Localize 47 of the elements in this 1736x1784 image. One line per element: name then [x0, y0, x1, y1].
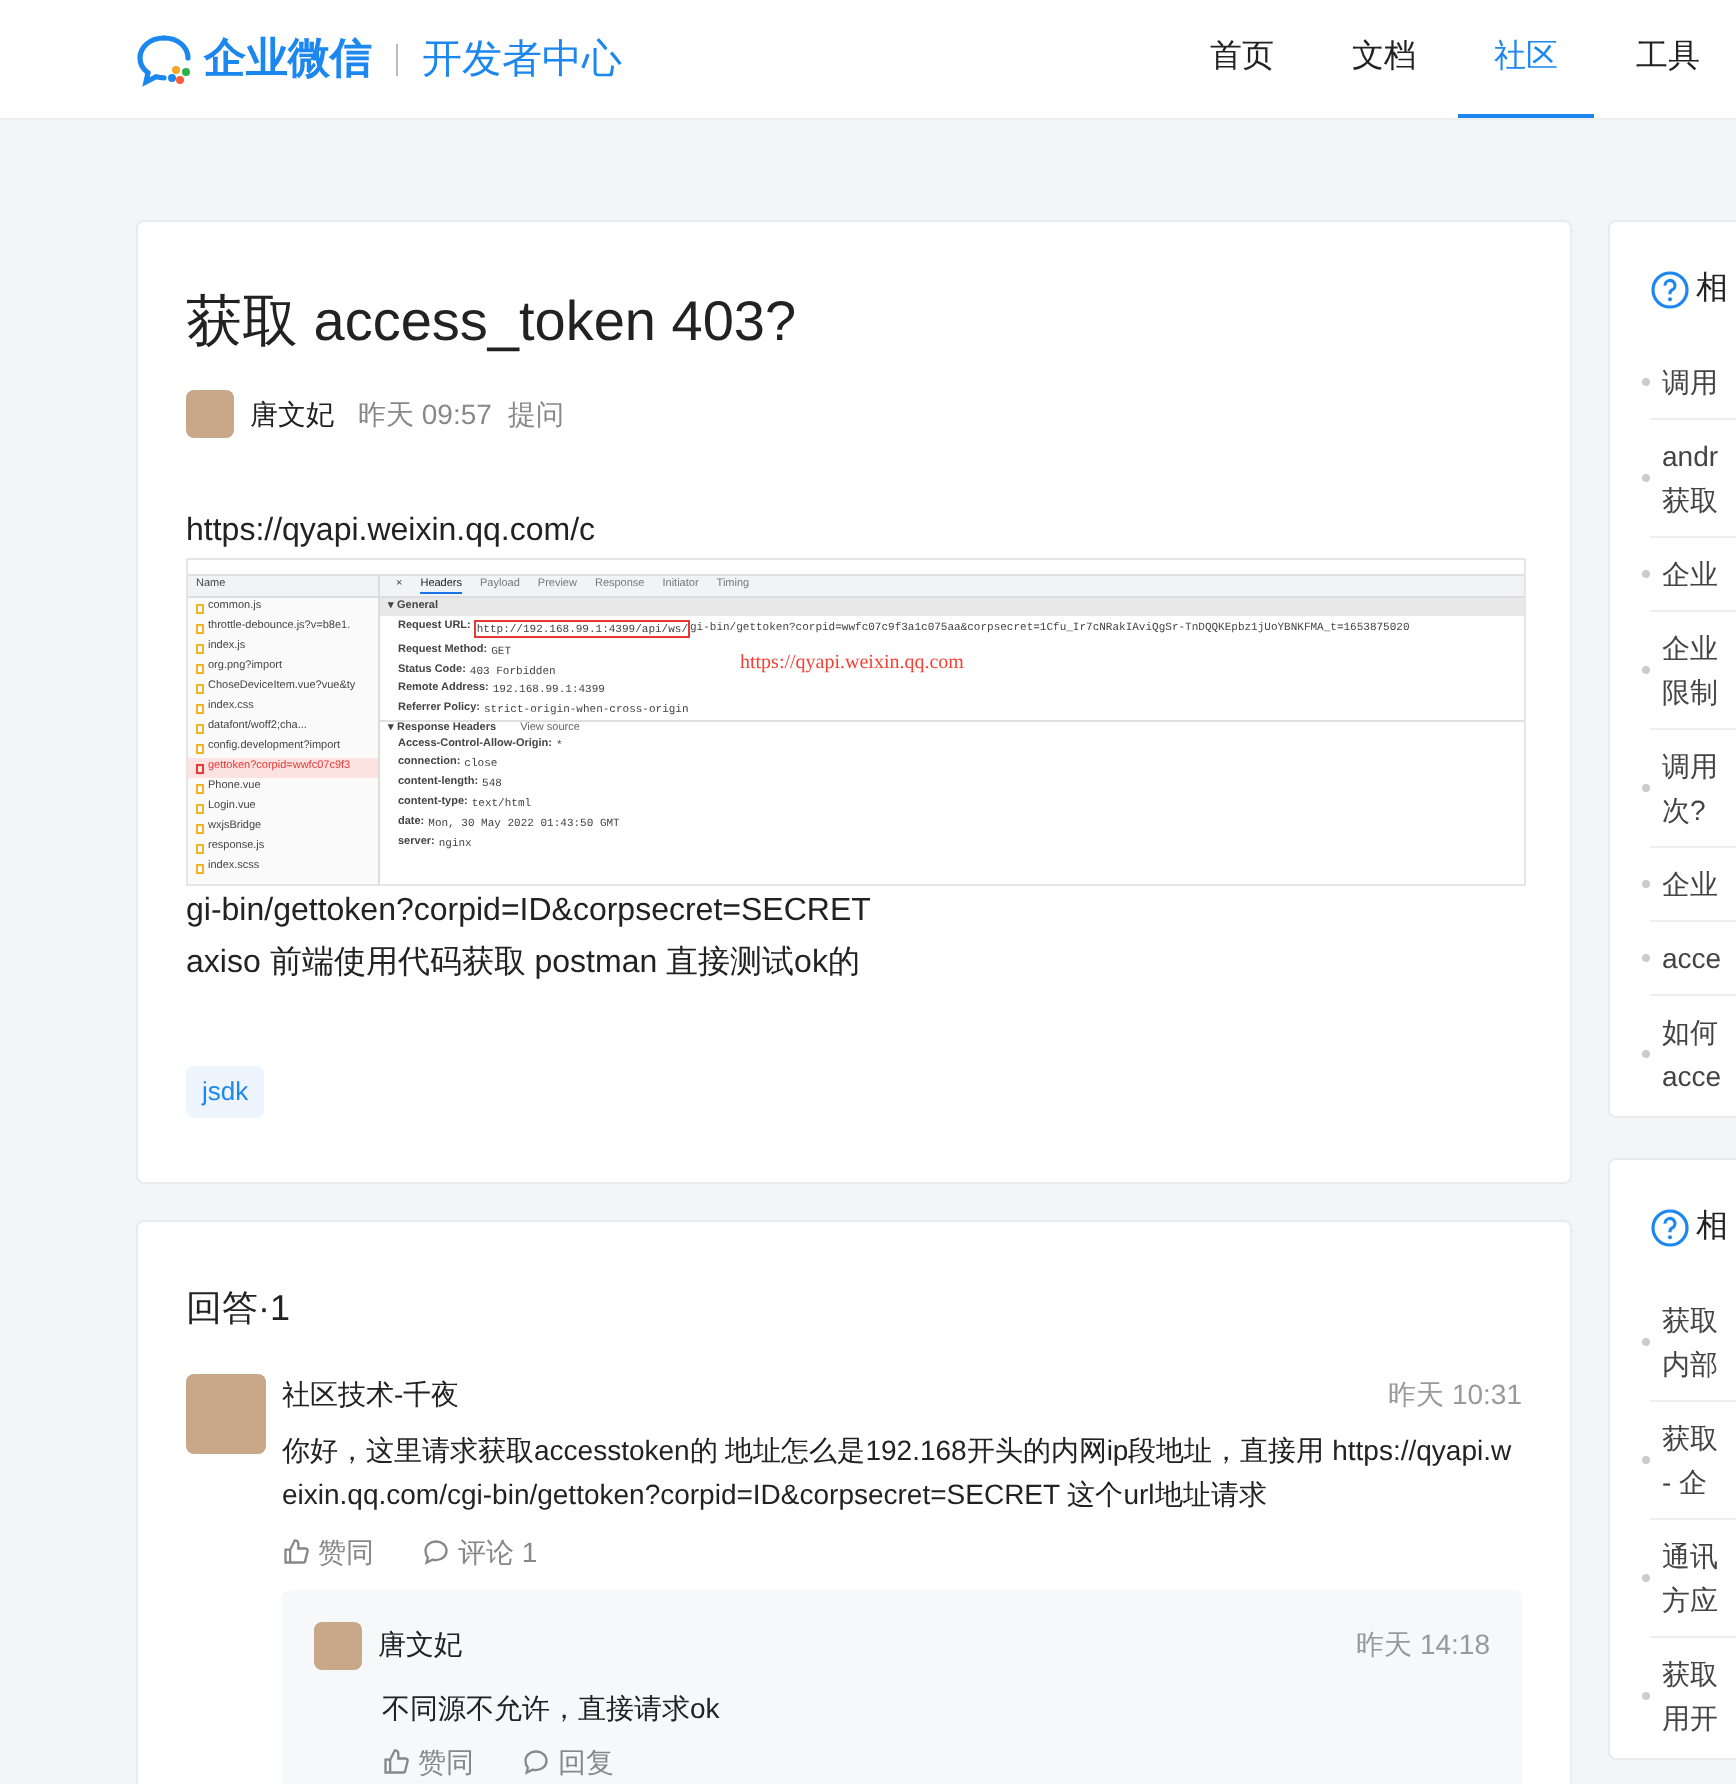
question-text: gi-bin/gettoken?corpid=ID&corpsecret=SECRET	[186, 892, 873, 932]
avatar	[186, 390, 234, 438]
reply-text: 不同源不允许，直接请求ok	[382, 1689, 722, 1727]
author-name[interactable]: 社区技术-千夜	[282, 1373, 460, 1415]
post-time: 昨天 10:31	[1388, 1375, 1522, 1413]
author-name[interactable]: 唐文妃	[378, 1624, 462, 1666]
comment-icon	[522, 1748, 550, 1776]
answers-heading: 回答·1	[186, 1285, 293, 1331]
related-link[interactable]: 获取 内部	[1662, 1298, 1718, 1386]
question-text: axiso 前端使用代码获取 postman 直接测试ok的	[186, 943, 862, 984]
annotation-text: https://qyapi.weixin.qq.com	[740, 652, 964, 676]
question-text: https://qyapi.weixin.qq.com/c	[186, 512, 598, 552]
related-link[interactable]: andr 获取	[1662, 434, 1719, 522]
answer-text: 你好，这里请求获取accesstoken的 地址怎么是192.168开头的内网ip段地址，直接用 https://qyapi.weixin.qq.com/cgi-bin/gettoken?corpid=ID&corpsecret=SECRET 这个url地址请求	[282, 1431, 1514, 1514]
thumbs-up-icon	[282, 1538, 310, 1566]
help-icon	[1650, 1208, 1690, 1248]
card-heading: 相	[1696, 1207, 1728, 1248]
post-time: 昨天 14:18	[1356, 1626, 1490, 1664]
related-link[interactable]: 企业	[1662, 862, 1718, 906]
like-button[interactable]: 赞同	[282, 1531, 374, 1573]
comment-button[interactable]: 评论 1	[422, 1531, 538, 1573]
site-title[interactable]: 开发者中心	[422, 29, 622, 89]
logo-icon	[136, 31, 196, 87]
nav-tab[interactable]: 文档	[1316, 0, 1452, 118]
related-link[interactable]: 调用 次?	[1662, 744, 1718, 832]
post-time: 昨天 09:57	[358, 395, 492, 433]
question-title: 获取 access_token 403?	[186, 288, 799, 356]
brand-name[interactable]: 企业微信	[204, 27, 372, 91]
related-link[interactable]: 获取 用开	[1662, 1652, 1718, 1740]
comment-icon	[422, 1538, 450, 1566]
avatar	[314, 1621, 362, 1669]
nav-tab[interactable]: 首页	[1174, 0, 1310, 118]
related-link[interactable]: 调用	[1662, 360, 1718, 404]
card-heading: 相	[1696, 269, 1728, 310]
related-link[interactable]: 企业 限制	[1662, 626, 1718, 714]
avatar	[186, 1373, 266, 1453]
help-icon	[1650, 270, 1690, 310]
related-link[interactable]: acce	[1662, 936, 1722, 980]
related-link[interactable]: 如何 acce	[1662, 1010, 1722, 1098]
related-link[interactable]: 通讯 方应	[1662, 1534, 1718, 1622]
nav-tab[interactable]: 工具	[1600, 0, 1736, 118]
thumbs-up-icon	[382, 1748, 410, 1776]
related-link[interactable]: 获取 - 企	[1662, 1416, 1718, 1504]
post-type: 提问	[507, 395, 564, 433]
related-link[interactable]: 企业	[1662, 552, 1718, 596]
nav-tab[interactable]: 社区	[1458, 0, 1594, 118]
author-name[interactable]: 唐文妃	[250, 393, 334, 435]
